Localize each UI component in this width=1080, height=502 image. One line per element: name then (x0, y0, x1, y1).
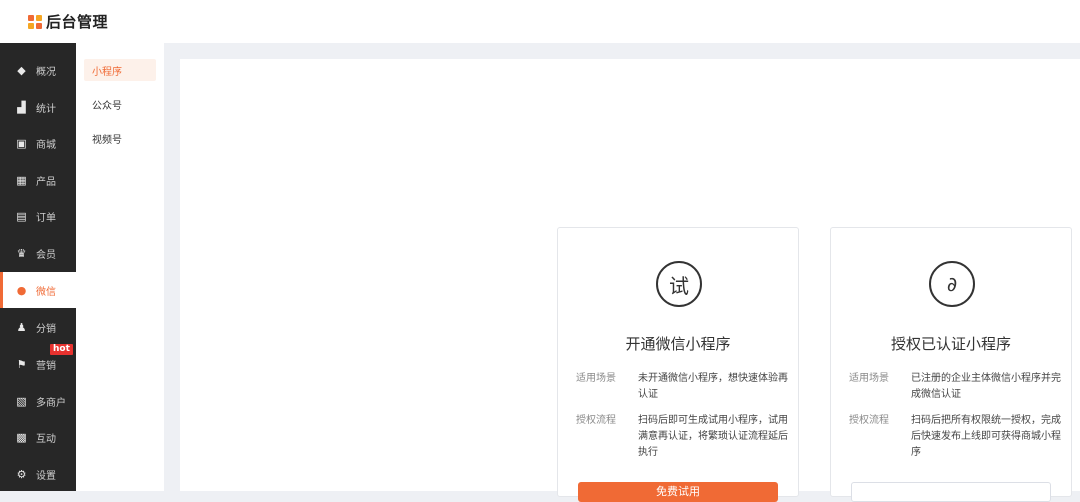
main-content: 试 开通微信小程序 适用场景 未开通微信小程序，想快速体验再认证 授权流程 扫码… (180, 59, 1080, 502)
flow-text: 扫码后把所有权限统一授权，完成后快速发布上线即可获得商城小程序 (911, 415, 1061, 458)
flow-row: 授权流程 扫码后即可生成试用小程序，试用满意再认证，将繁琐认证流程延后执行 (576, 413, 788, 461)
sidebar-item-label: 设置 (36, 470, 56, 482)
card-title: 开通微信小程序 (625, 335, 731, 353)
flow-label: 授权流程 (576, 415, 616, 426)
scene-label: 适用场景 (576, 373, 616, 384)
free-trial-button[interactable]: 免费试用 (578, 482, 778, 502)
scene-text: 未开通微信小程序，想快速体验再认证 (638, 373, 788, 400)
scene-label: 适用场景 (849, 373, 889, 384)
sidebar-item-merchants[interactable]: ▧ 多商户 (0, 383, 76, 419)
sidebar-item-interaction[interactable]: ▩ 互动 (0, 419, 76, 455)
card-authorize-miniprogram: ∂ 授权已认证小程序 适用场景 已注册的企业主体微信小程序并完成微信认证 授权流… (830, 227, 1072, 502)
users-icon: ♟ (16, 320, 27, 334)
layers-icon: ◆ (17, 63, 26, 77)
hot-badge: hot (50, 344, 73, 355)
subnav-item-video-channel[interactable]: 视频号 (84, 127, 156, 149)
wechat-icon: ● (16, 283, 27, 297)
sidebar-item-overview[interactable]: ◆ 概况 (0, 52, 76, 88)
store-icon: ▣ (16, 136, 27, 150)
sidebar-item-label: 互动 (36, 433, 56, 445)
flow-label: 授权流程 (849, 415, 889, 426)
trial-icon: 试 (656, 261, 702, 307)
scene-row: 适用场景 已注册的企业主体微信小程序并完成微信认证 (849, 371, 1061, 403)
sidebar-item-label: 概况 (36, 66, 56, 78)
sidebar-item-marketing[interactable]: ⚑ 营销 hot (0, 344, 76, 382)
card-title: 授权已认证小程序 (890, 335, 1011, 353)
sidebar-item-label: 商城 (36, 139, 56, 151)
sidebar-item-label: 产品 (36, 176, 56, 188)
sidebar-item-label: 多商户 (36, 397, 66, 409)
apps-icon: ▩ (16, 430, 27, 444)
sidebar-item-distribution[interactable]: ♟ 分销 (0, 309, 76, 345)
main-sidebar: ◆ 概况 ▟ 统计 ▣ 商城 ▦ 产品 ▤ 订单 ♛ 会员 ● 微信 ♟ 分销 … (0, 43, 76, 491)
grid-icon: ▦ (16, 173, 27, 187)
scene-row: 适用场景 未开通微信小程序，想快速体验再认证 (576, 371, 788, 403)
top-bar: 后台管理 (0, 0, 1080, 43)
flow-row: 授权流程 扫码后把所有权限统一授权，完成后快速发布上线即可获得商城小程序 (849, 413, 1061, 461)
shop-icon: ▧ (16, 394, 27, 408)
sidebar-item-wechat[interactable]: ● 微信 (0, 272, 76, 308)
sidebar-item-stats[interactable]: ▟ 统计 (0, 89, 76, 125)
sidebar-item-label: 订单 (36, 212, 56, 224)
chart-icon: ▟ (17, 100, 26, 114)
sidebar-item-label: 营销 (36, 360, 56, 372)
sidebar-item-label: 微信 (36, 286, 56, 298)
sidebar-item-store[interactable]: ▣ 商城 (0, 125, 76, 161)
sidebar-item-products[interactable]: ▦ 产品 (0, 162, 76, 198)
gear-icon: ⚙ (16, 467, 27, 481)
logo-icon (28, 14, 42, 29)
sidebar-item-label: 统计 (36, 103, 56, 115)
card-trial-miniprogram: 试 开通微信小程序 适用场景 未开通微信小程序，想快速体验再认证 授权流程 扫码… (557, 227, 799, 502)
subnav-item-miniprogram[interactable]: 小程序 (84, 59, 156, 81)
sidebar-item-settings[interactable]: ⚙ 设置 (0, 456, 76, 492)
authorize-button[interactable] (851, 482, 1051, 502)
miniprogram-link-icon: ∂ (929, 261, 975, 307)
subnav-item-official-account[interactable]: 公众号 (84, 93, 156, 115)
flag-icon: ⚑ (16, 357, 27, 371)
sub-sidebar: 小程序 公众号 视频号 (76, 43, 164, 491)
sidebar-item-label: 会员 (36, 249, 56, 261)
scene-text: 已注册的企业主体微信小程序并完成微信认证 (911, 373, 1061, 400)
sidebar-item-orders[interactable]: ▤ 订单 (0, 198, 76, 234)
crown-icon: ♛ (16, 246, 27, 260)
flow-text: 扫码后即可生成试用小程序，试用满意再认证，将繁琐认证流程延后执行 (638, 415, 788, 458)
sidebar-item-members[interactable]: ♛ 会员 (0, 235, 76, 271)
sidebar-item-label: 分销 (36, 323, 56, 335)
clipboard-icon: ▤ (16, 209, 27, 223)
app-title: 后台管理 (46, 13, 109, 31)
